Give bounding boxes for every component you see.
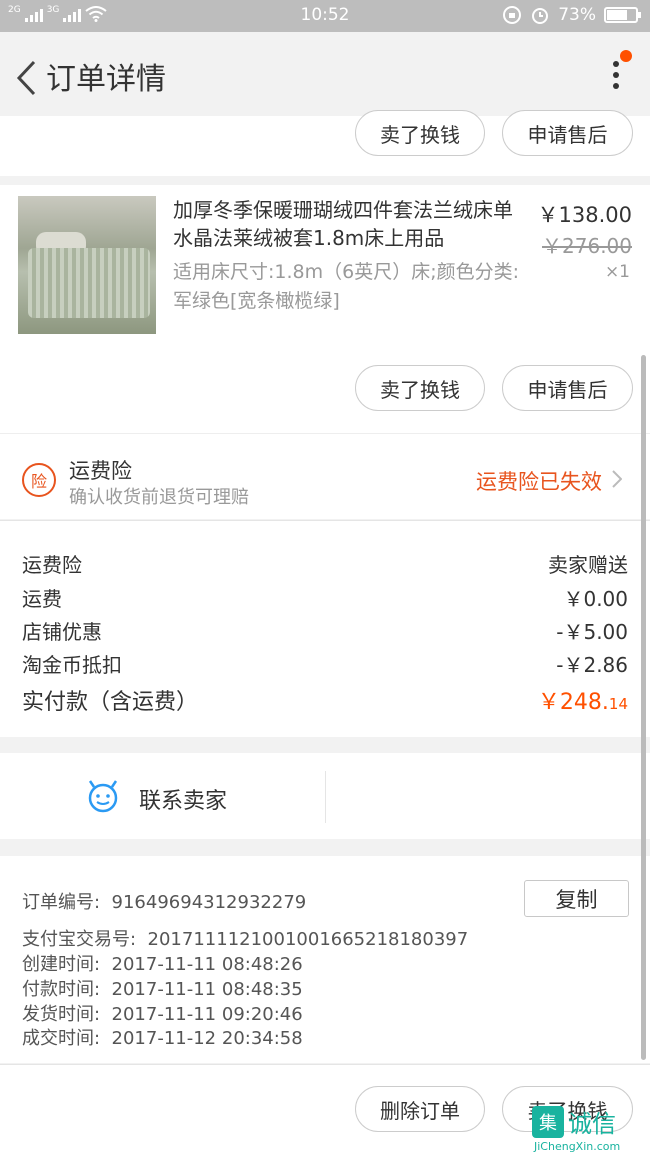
alipay-label: 支付宝交易号: (22, 929, 137, 950)
sell-button[interactable]: 卖了换钱 (355, 110, 485, 156)
page-title: 订单详情 (46, 62, 166, 97)
fee-row-coin-deduction: 淘金币抵扣 -￥2.86 (22, 649, 628, 678)
shipped-time: 发货时间: 2017-11-11 09:20:46 (22, 1000, 303, 1026)
created-time: 创建时间: 2017-11-11 08:48:26 (22, 950, 303, 976)
chevron-right-icon (612, 470, 622, 488)
created-label: 创建时间: (22, 954, 101, 975)
alarm-icon (532, 8, 549, 24)
fee-label: 运费 (22, 587, 62, 611)
alipay-number: 支付宝交易号: 2017111121001001665218180397 (22, 925, 468, 951)
fee-row-shop-discount: 店铺优惠 -￥5.00 (22, 616, 628, 645)
product-original-price: ￥276.00 (542, 234, 632, 258)
watermark: 集 诚信 JiChengXin.com (532, 1102, 650, 1155)
more-menu-icon[interactable] (606, 50, 632, 100)
order-number-value: 91649694312932279 (111, 892, 307, 913)
paid-value: 2017-11-11 08:48:35 (111, 979, 303, 1000)
back-arrow-icon[interactable] (14, 58, 38, 98)
done-time: 成交时间: 2017-11-12 20:34:58 (22, 1024, 303, 1050)
product-image[interactable] (18, 196, 156, 334)
order-number: 订单编号: 91649694312932279 (22, 888, 306, 914)
watermark-text: 诚信 (568, 1110, 616, 1138)
alipay-value: 2017111121001001665218180397 (147, 929, 469, 950)
scrollbar[interactable] (641, 355, 646, 1060)
fee-value: ￥0.00 (563, 587, 628, 611)
done-value: 2017-11-12 20:34:58 (111, 1028, 303, 1049)
product-title[interactable]: 加厚冬季保暖珊瑚绒四件套法兰绒床单水晶法莱绒被套1.8m床上用品 (173, 196, 528, 252)
total-value-main: ￥248. (537, 690, 609, 715)
previous-item-actions: 卖了换钱 申请售后 (0, 110, 650, 176)
fee-label: 运费险 (22, 553, 82, 577)
created-value: 2017-11-11 08:48:26 (111, 954, 303, 975)
fee-row-insurance: 运费险 卖家赠送 (22, 549, 628, 578)
total-label: 实付款（含运费） (22, 690, 199, 715)
insurance-subtitle: 确认收货前退货可理赔 (69, 487, 249, 508)
total-value-cents: 14 (608, 695, 628, 713)
battery-percent: 73% (558, 5, 596, 25)
product-quantity: ×1 (604, 262, 630, 282)
product-image-bed (28, 248, 150, 318)
insurance-title: 运费险 (69, 459, 132, 483)
copy-button[interactable]: 复制 (524, 880, 629, 917)
order-number-label: 订单编号: (22, 892, 101, 913)
product-sell-button[interactable]: 卖了换钱 (355, 365, 485, 411)
divider (325, 771, 326, 823)
status-bar: 2G 3G 10:52 73% (0, 0, 650, 32)
product-spec: 适用床尺寸:1.8m（6英尺）床;颜色分类:军绿色[宽条橄榄绿] (173, 261, 520, 312)
paid-label: 付款时间: (22, 979, 101, 1000)
product-after-sale-button[interactable]: 申请售后 (502, 365, 633, 411)
done-label: 成交时间: (22, 1028, 101, 1049)
fee-row-shipping: 运费 ￥0.00 (22, 583, 628, 612)
shipped-value: 2017-11-11 09:20:46 (111, 1004, 303, 1025)
contact-seller-button[interactable]: 联系卖家 (139, 783, 227, 815)
battery-icon (604, 7, 641, 23)
total-row: 实付款（含运费） ￥248.14 (22, 684, 628, 716)
after-sale-button[interactable]: 申请售后 (502, 110, 633, 156)
watermark-url: JiChengXin.com (534, 1140, 621, 1153)
insurance-icon: 险 (22, 463, 56, 497)
product-price: ￥138.00 (537, 203, 632, 227)
nav-bar: 订单详情 (0, 32, 650, 116)
delete-order-button[interactable]: 删除订单 (355, 1086, 485, 1132)
fee-label: 店铺优惠 (22, 620, 102, 644)
fee-value: -￥5.00 (556, 620, 628, 644)
fee-value: 卖家赠送 (548, 553, 628, 577)
watermark-logo: 集 (532, 1106, 564, 1138)
notification-dot (620, 50, 632, 62)
rotation-lock-icon (503, 6, 522, 24)
fee-value: -￥2.86 (556, 653, 628, 677)
seller-chat-icon[interactable] (86, 779, 120, 813)
total-value: ￥248.14 (538, 684, 628, 716)
insurance-status[interactable]: 运费险已失效 (476, 466, 602, 496)
fee-label: 淘金币抵扣 (22, 653, 122, 677)
paid-time: 付款时间: 2017-11-11 08:48:35 (22, 975, 303, 1001)
shipped-label: 发货时间: (22, 1004, 101, 1025)
